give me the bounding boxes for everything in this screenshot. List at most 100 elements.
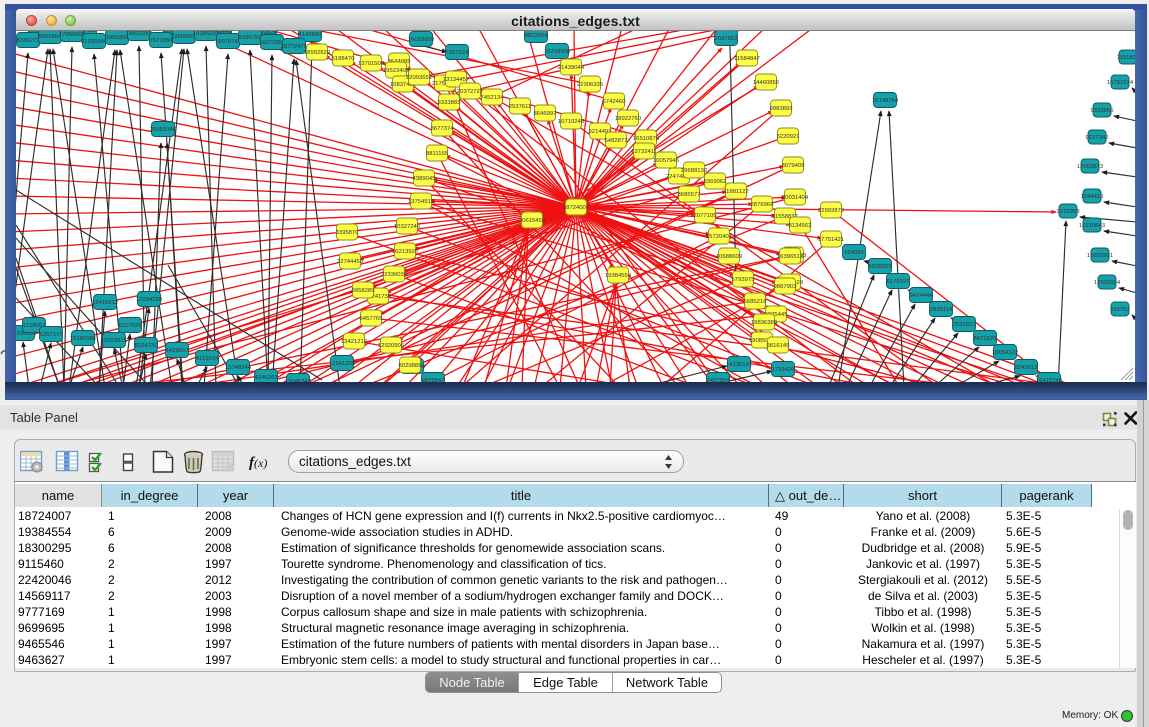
svg-text:8134562: 8134562 (789, 223, 812, 229)
svg-text:5188470: 5188470 (332, 56, 356, 62)
svg-text:4112034: 4112034 (196, 356, 219, 362)
svg-text:8811165: 8811165 (426, 151, 449, 157)
svg-text:6457765: 6457765 (360, 316, 384, 322)
svg-text:6179197: 6179197 (887, 279, 910, 285)
svg-text:13421212: 13421212 (341, 339, 367, 345)
svg-text:2935114: 2935114 (930, 307, 953, 313)
svg-text:10327246: 10327246 (394, 224, 421, 230)
svg-text:18992829: 18992829 (304, 50, 330, 56)
svg-text:(x): (x) (254, 456, 267, 470)
svg-text:10688609: 10688609 (716, 254, 742, 260)
svg-text:22093651: 22093651 (406, 75, 432, 81)
svg-text:5793975: 5793975 (732, 277, 756, 283)
svg-text:3215958: 3215958 (1057, 209, 1081, 215)
svg-text:16033809: 16033809 (408, 37, 434, 43)
svg-text:12294238: 12294238 (136, 297, 163, 303)
svg-text:16415740: 16415740 (1036, 378, 1063, 382)
svg-text:2687682: 2687682 (715, 36, 738, 42)
svg-text:9983893: 9983893 (770, 106, 794, 112)
svg-text:21200396: 21200396 (81, 39, 108, 45)
svg-text:19523409: 19523409 (383, 68, 409, 74)
svg-text:5938923: 5938923 (869, 264, 893, 270)
svg-text:6217026: 6217026 (119, 323, 143, 329)
svg-text:10057945: 10057945 (653, 158, 680, 164)
svg-text:19836388: 19836388 (751, 320, 778, 326)
svg-text:15180586: 15180586 (70, 336, 97, 342)
svg-text:7357224: 7357224 (446, 50, 470, 56)
svg-text:9958289: 9958289 (352, 288, 375, 294)
svg-text:3395870: 3395870 (336, 230, 360, 236)
svg-text:18724007: 18724007 (563, 205, 589, 211)
svg-text:8646997: 8646997 (534, 111, 557, 117)
svg-text:19285201: 19285201 (193, 31, 219, 37)
svg-text:10710248: 10710248 (558, 119, 585, 125)
svg-text:1244415: 1244415 (1081, 194, 1105, 200)
svg-text:9245612: 9245612 (1015, 365, 1038, 371)
svg-text:11881122: 11881122 (723, 189, 748, 195)
svg-text:14460856: 14460856 (753, 80, 780, 86)
svg-text:10654122: 10654122 (992, 350, 1018, 356)
svg-text:16396513: 16396513 (777, 254, 804, 260)
svg-text:18922760: 18922760 (615, 116, 642, 122)
svg-text:16213925: 16213925 (392, 249, 419, 255)
svg-text:7671884: 7671884 (150, 38, 174, 44)
svg-text:22306335: 22306335 (577, 82, 604, 88)
svg-text:5685216: 5685216 (744, 299, 768, 305)
svg-text:4389045: 4389045 (413, 176, 437, 182)
svg-text:9474444: 9474444 (910, 293, 934, 299)
svg-text:17956909: 17956909 (59, 32, 85, 38)
svg-text:164095: 164095 (844, 250, 864, 256)
svg-text:9227342: 9227342 (1086, 135, 1109, 141)
svg-text:13732411: 13732411 (631, 149, 657, 155)
svg-text:2876966: 2876966 (751, 202, 775, 208)
svg-text:13748244: 13748244 (225, 365, 252, 371)
svg-text:15720407: 15720407 (706, 234, 732, 240)
svg-text:4143890: 4143890 (299, 32, 323, 38)
svg-text:20615450: 20615450 (519, 218, 546, 224)
svg-text:10323815: 10323815 (101, 338, 128, 344)
svg-text:20053346: 20053346 (150, 127, 177, 133)
svg-text:8471626: 8471626 (974, 336, 998, 342)
svg-text:9887903: 9887903 (774, 284, 798, 290)
svg-text:6742460: 6742460 (603, 99, 627, 105)
svg-text:19218506: 19218506 (544, 49, 571, 55)
svg-text:12093873: 12093873 (1077, 164, 1104, 170)
svg-text:9816145: 9816145 (767, 343, 791, 349)
svg-text:11584847: 11584847 (734, 56, 760, 62)
svg-text:2077105: 2077105 (694, 213, 718, 219)
svg-text:17751421: 17751421 (818, 237, 844, 243)
svg-text:8685577: 8685577 (678, 192, 701, 198)
svg-text:13754919: 13754919 (408, 199, 434, 205)
svg-text:22330030: 22330030 (381, 272, 408, 278)
svg-text:1733426: 1733426 (772, 367, 796, 373)
svg-text:8336273: 8336273 (17, 38, 41, 44)
svg-text:8224730: 8224730 (135, 343, 159, 349)
svg-text:8029889: 8029889 (399, 363, 422, 369)
svg-text:19832259: 19832259 (126, 31, 152, 37)
svg-text:17016504: 17016504 (1094, 280, 1121, 286)
svg-text:8813054: 8813054 (525, 33, 549, 39)
svg-text:12541238: 12541238 (329, 361, 356, 367)
svg-text:2537611: 2537611 (509, 104, 532, 110)
svg-text:22992872: 22992872 (818, 208, 844, 214)
svg-text:13045349: 13045349 (285, 379, 311, 382)
svg-text:12416912: 12416912 (92, 300, 118, 306)
svg-text:16148764: 16148764 (872, 98, 899, 104)
svg-text:8079409: 8079409 (782, 163, 805, 169)
svg-text:4429607: 4429607 (166, 348, 189, 354)
svg-text:6482877: 6482877 (605, 138, 628, 144)
svg-text:15751074: 15751074 (1107, 80, 1134, 86)
svg-text:13701506: 13701506 (358, 61, 385, 67)
svg-text:16510878: 16510878 (633, 136, 660, 142)
svg-text:13134457: 13134457 (443, 77, 469, 83)
svg-text:7452134: 7452134 (481, 95, 505, 101)
svg-text:21439044: 21439044 (558, 65, 585, 71)
svg-text:3333883: 3333883 (438, 100, 462, 106)
svg-text:6357277: 6357277 (40, 332, 63, 338)
svg-text:9875847: 9875847 (422, 378, 445, 382)
svg-text:116753: 116753 (1110, 307, 1130, 313)
svg-text:19688132: 19688132 (681, 168, 707, 174)
svg-text:16210643: 16210643 (1079, 223, 1106, 229)
svg-text:8369062: 8369062 (704, 179, 727, 185)
svg-text:1151834: 1151834 (1117, 55, 1135, 61)
